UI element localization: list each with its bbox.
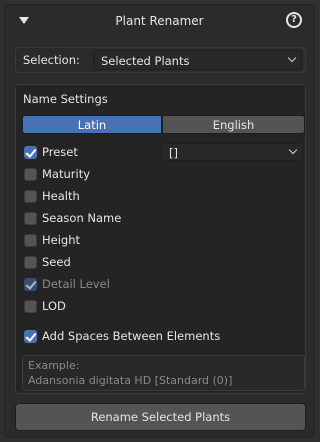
option-label: Health [42,189,80,203]
tab-latin[interactable]: Latin [22,115,162,134]
checkbox-maturity[interactable] [24,168,37,181]
chevron-down-icon [288,145,298,155]
selection-label: Selection: [23,53,80,67]
selection-value: Selected Plants [101,54,190,68]
option-label: Season Name [42,211,122,225]
example-label: Example: [28,359,80,372]
rename-selected-plants-button[interactable]: Rename Selected Plants [15,403,306,431]
checkbox-preset[interactable] [24,146,37,159]
checkbox-height[interactable] [24,234,37,247]
help-icon[interactable]: ? [286,12,302,28]
panel-title: Plant Renamer [115,14,204,28]
checkbox-lod[interactable] [24,300,37,313]
preset-value: [] [169,146,178,160]
selection-dropdown[interactable]: Selected Plants [93,50,302,70]
option-label: Add Spaces Between Elements [42,329,221,343]
plant-renamer-panel: Plant Renamer ? Selection: Selected Plan… [4,4,315,438]
checkbox-season-name[interactable] [24,212,37,225]
option-label: Seed [42,255,71,269]
checkbox-add-spaces[interactable] [24,330,37,343]
checkbox-detail-level [24,278,37,291]
option-label: Height [42,233,81,247]
option-label: LOD [42,299,66,313]
selection-row: Selection: Selected Plants [15,47,306,73]
name-settings-section: Name Settings Latin English Preset [] Ma… [15,84,306,394]
language-toggle: Latin English [22,115,305,134]
panel-header[interactable]: Plant Renamer ? [5,5,314,37]
tab-english[interactable]: English [162,115,305,134]
checkbox-seed[interactable] [24,256,37,269]
example-value: Adansonia digitata HD [Standard (0)] [28,374,233,387]
checkbox-health[interactable] [24,190,37,203]
option-label: Preset [42,145,78,159]
option-label: Maturity [42,167,91,181]
example-box: Example: Adansonia digitata HD [Standard… [22,355,305,391]
option-label: Detail Level [42,277,110,291]
preset-dropdown[interactable]: [] [161,143,303,161]
chevron-down-icon [287,53,297,63]
section-title: Name Settings [23,92,108,106]
